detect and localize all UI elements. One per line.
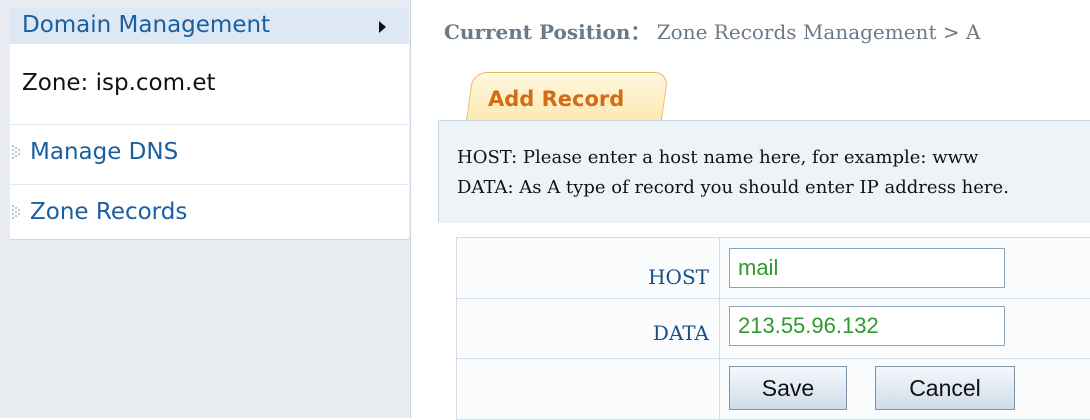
sidebar-item-label: Zone Records [30, 199, 188, 225]
domain-management-label: Domain Management [22, 12, 271, 38]
dotted-arrow-icon [12, 205, 20, 219]
help-panel: HOST: Please enter a host name here, for… [438, 120, 1090, 223]
sidebar-item-manage-dns[interactable]: Manage DNS [10, 124, 409, 185]
data-input[interactable] [729, 306, 1005, 346]
tab-add-record[interactable]: Add Record [466, 72, 669, 120]
save-button[interactable]: Save [729, 366, 847, 410]
zone-label: Zone: isp.com.et [22, 70, 216, 96]
cancel-button[interactable]: Cancel [875, 366, 1015, 410]
help-data-text: DATA: As A type of record you should ent… [457, 177, 1009, 198]
breadcrumb-path: Zone Records Management > A [656, 20, 981, 44]
breadcrumb-label: Current Position： [444, 20, 651, 44]
record-form: HOST DATA Save Cancel [456, 237, 1090, 420]
sidebar-item-zone-records[interactable]: Zone Records [10, 184, 409, 245]
sidebar: Domain Management Zone: isp.com.et Manag… [0, 0, 411, 418]
sidebar-item-label: Manage DNS [30, 139, 179, 165]
form-row-divider [457, 298, 1090, 299]
host-label: HOST [648, 265, 709, 289]
help-host-text: HOST: Please enter a host name here, for… [457, 147, 979, 168]
form-row-divider [457, 358, 1090, 359]
data-label: DATA [652, 321, 709, 345]
form-column-divider [719, 238, 720, 419]
domain-management-header[interactable]: Domain Management [10, 8, 408, 45]
caret-right-icon [379, 21, 386, 33]
host-input[interactable] [729, 248, 1005, 288]
sidebar-panel: Zone: isp.com.et Manage DNS Zone Records [10, 44, 409, 240]
breadcrumb: Current Position： Zone Records Managemen… [444, 16, 980, 45]
dotted-arrow-icon [12, 145, 20, 159]
tab-label: Add Record [488, 87, 625, 111]
